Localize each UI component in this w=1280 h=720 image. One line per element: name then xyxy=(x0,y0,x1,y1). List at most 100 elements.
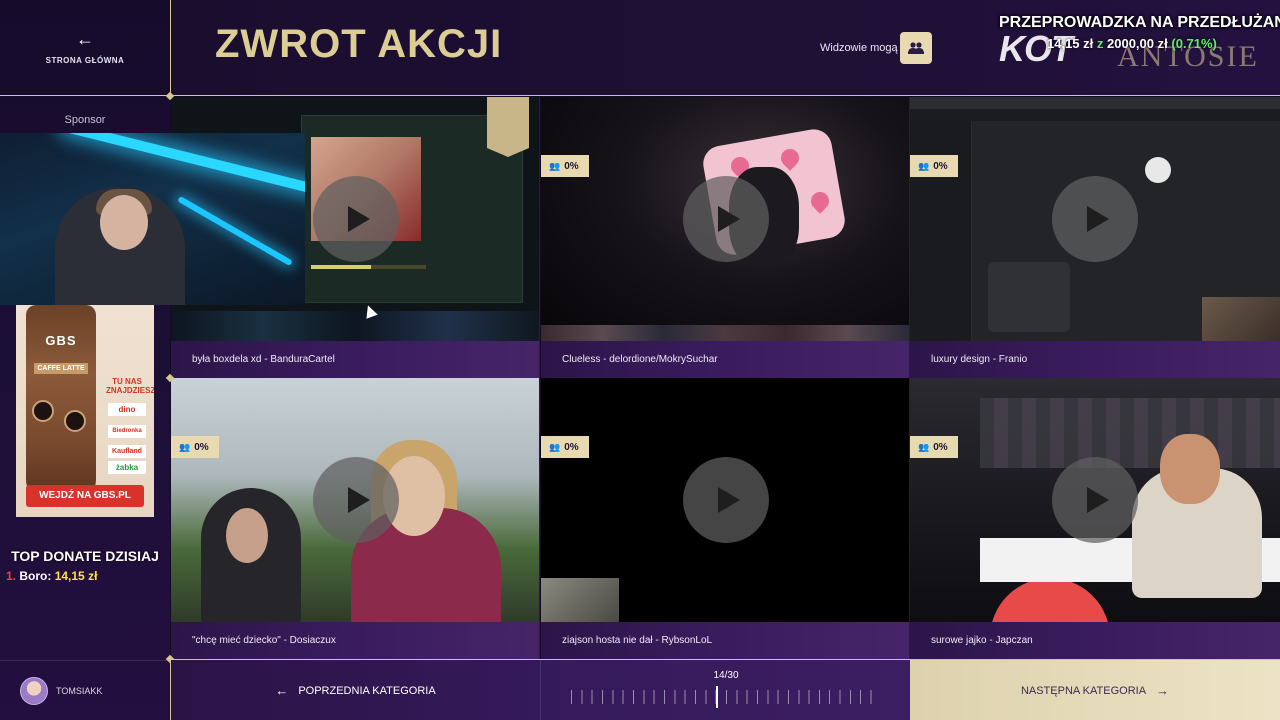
play-icon xyxy=(1087,206,1109,232)
home-button[interactable]: ← STRONA GŁÓWNA xyxy=(0,0,170,96)
users-icon xyxy=(908,42,924,54)
sponsor-ad[interactable]: GBS CAFFE LATTE TU NAS ZNAJDZIESZ dino B… xyxy=(16,305,154,517)
users-icon: 👥 xyxy=(918,442,930,452)
store-dino: dino xyxy=(108,403,146,416)
shelf xyxy=(980,398,1280,468)
category-counter: 14/30 xyxy=(713,670,739,681)
clip-tile[interactable]: 👥 0% surowe jajko - Japczan xyxy=(910,378,1280,660)
vote-percent: 0% xyxy=(564,442,579,453)
viewers-button[interactable] xyxy=(900,32,932,64)
play-button[interactable] xyxy=(1052,457,1138,543)
led-strip xyxy=(177,195,293,267)
category-progress: 14/30 xyxy=(540,660,910,720)
users-icon: 👥 xyxy=(549,161,561,171)
goal-percent: (0.71%) xyxy=(1171,36,1217,51)
goal-target: 2000,00 zł xyxy=(1107,36,1168,51)
stores-heading: TU NAS ZNAJDZIESZ xyxy=(106,377,154,395)
left-sidebar: ← STRONA GŁÓWNA Sponsor GBS CAFFE LATTE … xyxy=(0,0,170,720)
clip-caption: była boxdela xd - BanduraCartel xyxy=(171,341,539,379)
browser-tabs xyxy=(910,97,1280,109)
browser-address-bar xyxy=(910,109,1280,121)
clip-tile[interactable]: 👥 0% "chcę mieć dziecko" - Dosiaczux xyxy=(171,378,540,660)
arrow-right-icon: → xyxy=(1156,683,1170,698)
donor-name: Boro: xyxy=(19,569,52,583)
store-zabka: żabka xyxy=(108,461,146,474)
page-title: ZWROT AKCJI xyxy=(215,22,503,66)
clip-caption: Clueless - delordione/MokrySuchar xyxy=(541,341,909,379)
next-category-label: NASTĘPNA KATEGORIA xyxy=(1020,684,1147,697)
viewers-label: Widzowie mogą xyxy=(820,42,898,54)
play-button[interactable] xyxy=(313,457,399,543)
thumbnail-strip xyxy=(171,311,539,341)
goal-current: 14,15 zł xyxy=(1047,36,1094,51)
clip-caption: ziajson hosta nie dał - RybsonLoL xyxy=(541,622,909,660)
prize-wheel xyxy=(990,578,1110,622)
vote-percent: 0% xyxy=(564,161,579,172)
vote-percent: 0% xyxy=(933,161,948,172)
chat-bubble xyxy=(988,262,1070,332)
vote-percent-badge: 👥 0% xyxy=(910,155,958,177)
clip-caption: surowe jajko - Japczan xyxy=(910,622,1280,660)
users-icon: 👥 xyxy=(918,161,930,171)
sponsor-label: Sponsor xyxy=(64,114,106,126)
avatar[interactable] xyxy=(20,676,48,705)
users-icon: 👥 xyxy=(179,442,191,452)
thumbnail-strip xyxy=(541,325,909,341)
play-icon xyxy=(718,487,740,513)
embedded-progress-fill xyxy=(311,265,371,269)
person-left-head xyxy=(226,508,268,563)
vote-percent: 0% xyxy=(194,442,209,453)
facecam xyxy=(1202,297,1280,341)
vote-percent: 0% xyxy=(933,442,948,453)
sponsor-cta-button[interactable]: WEJDŹ NA GBS.PL xyxy=(26,485,144,507)
donation-goal-title: PRZEPROWADZKA NA PRZEDŁUŻANY xyxy=(999,14,1280,31)
donor-amount: 14,15 zł xyxy=(54,569,98,583)
streamer-webcam xyxy=(0,133,305,305)
previous-category-label: POPRZEDNIA KATEGORIA xyxy=(298,684,436,697)
vote-percent-badge: 👥 0% xyxy=(910,436,958,458)
user-profile[interactable]: TOMSIAKK xyxy=(0,660,170,720)
brand-logo: GBS xyxy=(45,333,77,348)
play-icon xyxy=(718,206,740,232)
clip-tile[interactable]: 👥 0% luxury design - Franio xyxy=(910,97,1280,379)
store-kaufland: Kaufland xyxy=(108,445,146,458)
store-biedronka: Biedronka xyxy=(108,425,146,438)
led-strip xyxy=(62,133,305,195)
bottom-nav: ← POPRZEDNIA KATEGORIA 14/30 NASTĘPNA KA… xyxy=(170,659,1280,720)
product-name: CAFFE LATTE xyxy=(34,363,88,374)
clip-caption: "chcę mieć dziecko" - Dosiaczux xyxy=(171,622,539,660)
clip-tile[interactable]: 👥 0% Clueless - delordione/MokrySuchar xyxy=(541,97,910,379)
home-label: STRONA GŁÓWNA xyxy=(45,56,125,65)
donation-goal-progress: 14,15 zł z 2000,00 zł (0.71%) xyxy=(1047,36,1217,51)
dm-sidebar xyxy=(910,121,972,341)
goal-separator: z xyxy=(1096,36,1104,51)
clip-caption: luxury design - Franio xyxy=(910,341,1280,379)
play-button[interactable] xyxy=(683,176,769,262)
play-icon xyxy=(1087,487,1109,513)
progress-ticks xyxy=(571,690,881,704)
progress-current-marker xyxy=(715,686,718,708)
play-icon xyxy=(348,487,370,513)
previous-category-button[interactable]: ← POPRZEDNIA KATEGORIA xyxy=(170,660,540,720)
play-button[interactable] xyxy=(683,457,769,543)
avatar-badge-icon xyxy=(487,97,529,157)
back-arrow-icon: ← xyxy=(76,29,94,49)
minimap-cam xyxy=(541,578,619,622)
streamer-head xyxy=(100,195,148,250)
vote-percent-badge: 👥 0% xyxy=(541,436,589,458)
username: TOMSIAKK xyxy=(56,685,103,696)
lightning-icon xyxy=(32,400,54,422)
arrow-left-icon: ← xyxy=(275,683,289,698)
next-category-button[interactable]: NASTĘPNA KATEGORIA → xyxy=(910,660,1280,720)
play-button[interactable] xyxy=(313,176,399,262)
play-button[interactable] xyxy=(1052,176,1138,262)
product-can-image: GBS CAFFE LATTE xyxy=(26,305,96,500)
streamer-head xyxy=(1160,434,1220,504)
vote-percent-badge: 👥 0% xyxy=(541,155,589,177)
top-donor-entry: 1. Boro: 14,15 zł xyxy=(6,569,97,583)
header-bar: ZWROT AKCJI Widzowie mogą KOT ANTOSIE PR… xyxy=(170,0,1280,96)
clip-tile[interactable]: 👥 0% ziajson hosta nie dał - RybsonLoL xyxy=(541,378,910,660)
users-icon: 👥 xyxy=(549,442,561,452)
top-donate-heading: TOP DONATE DZISIAJ xyxy=(11,548,159,564)
donor-rank: 1. xyxy=(6,569,17,583)
